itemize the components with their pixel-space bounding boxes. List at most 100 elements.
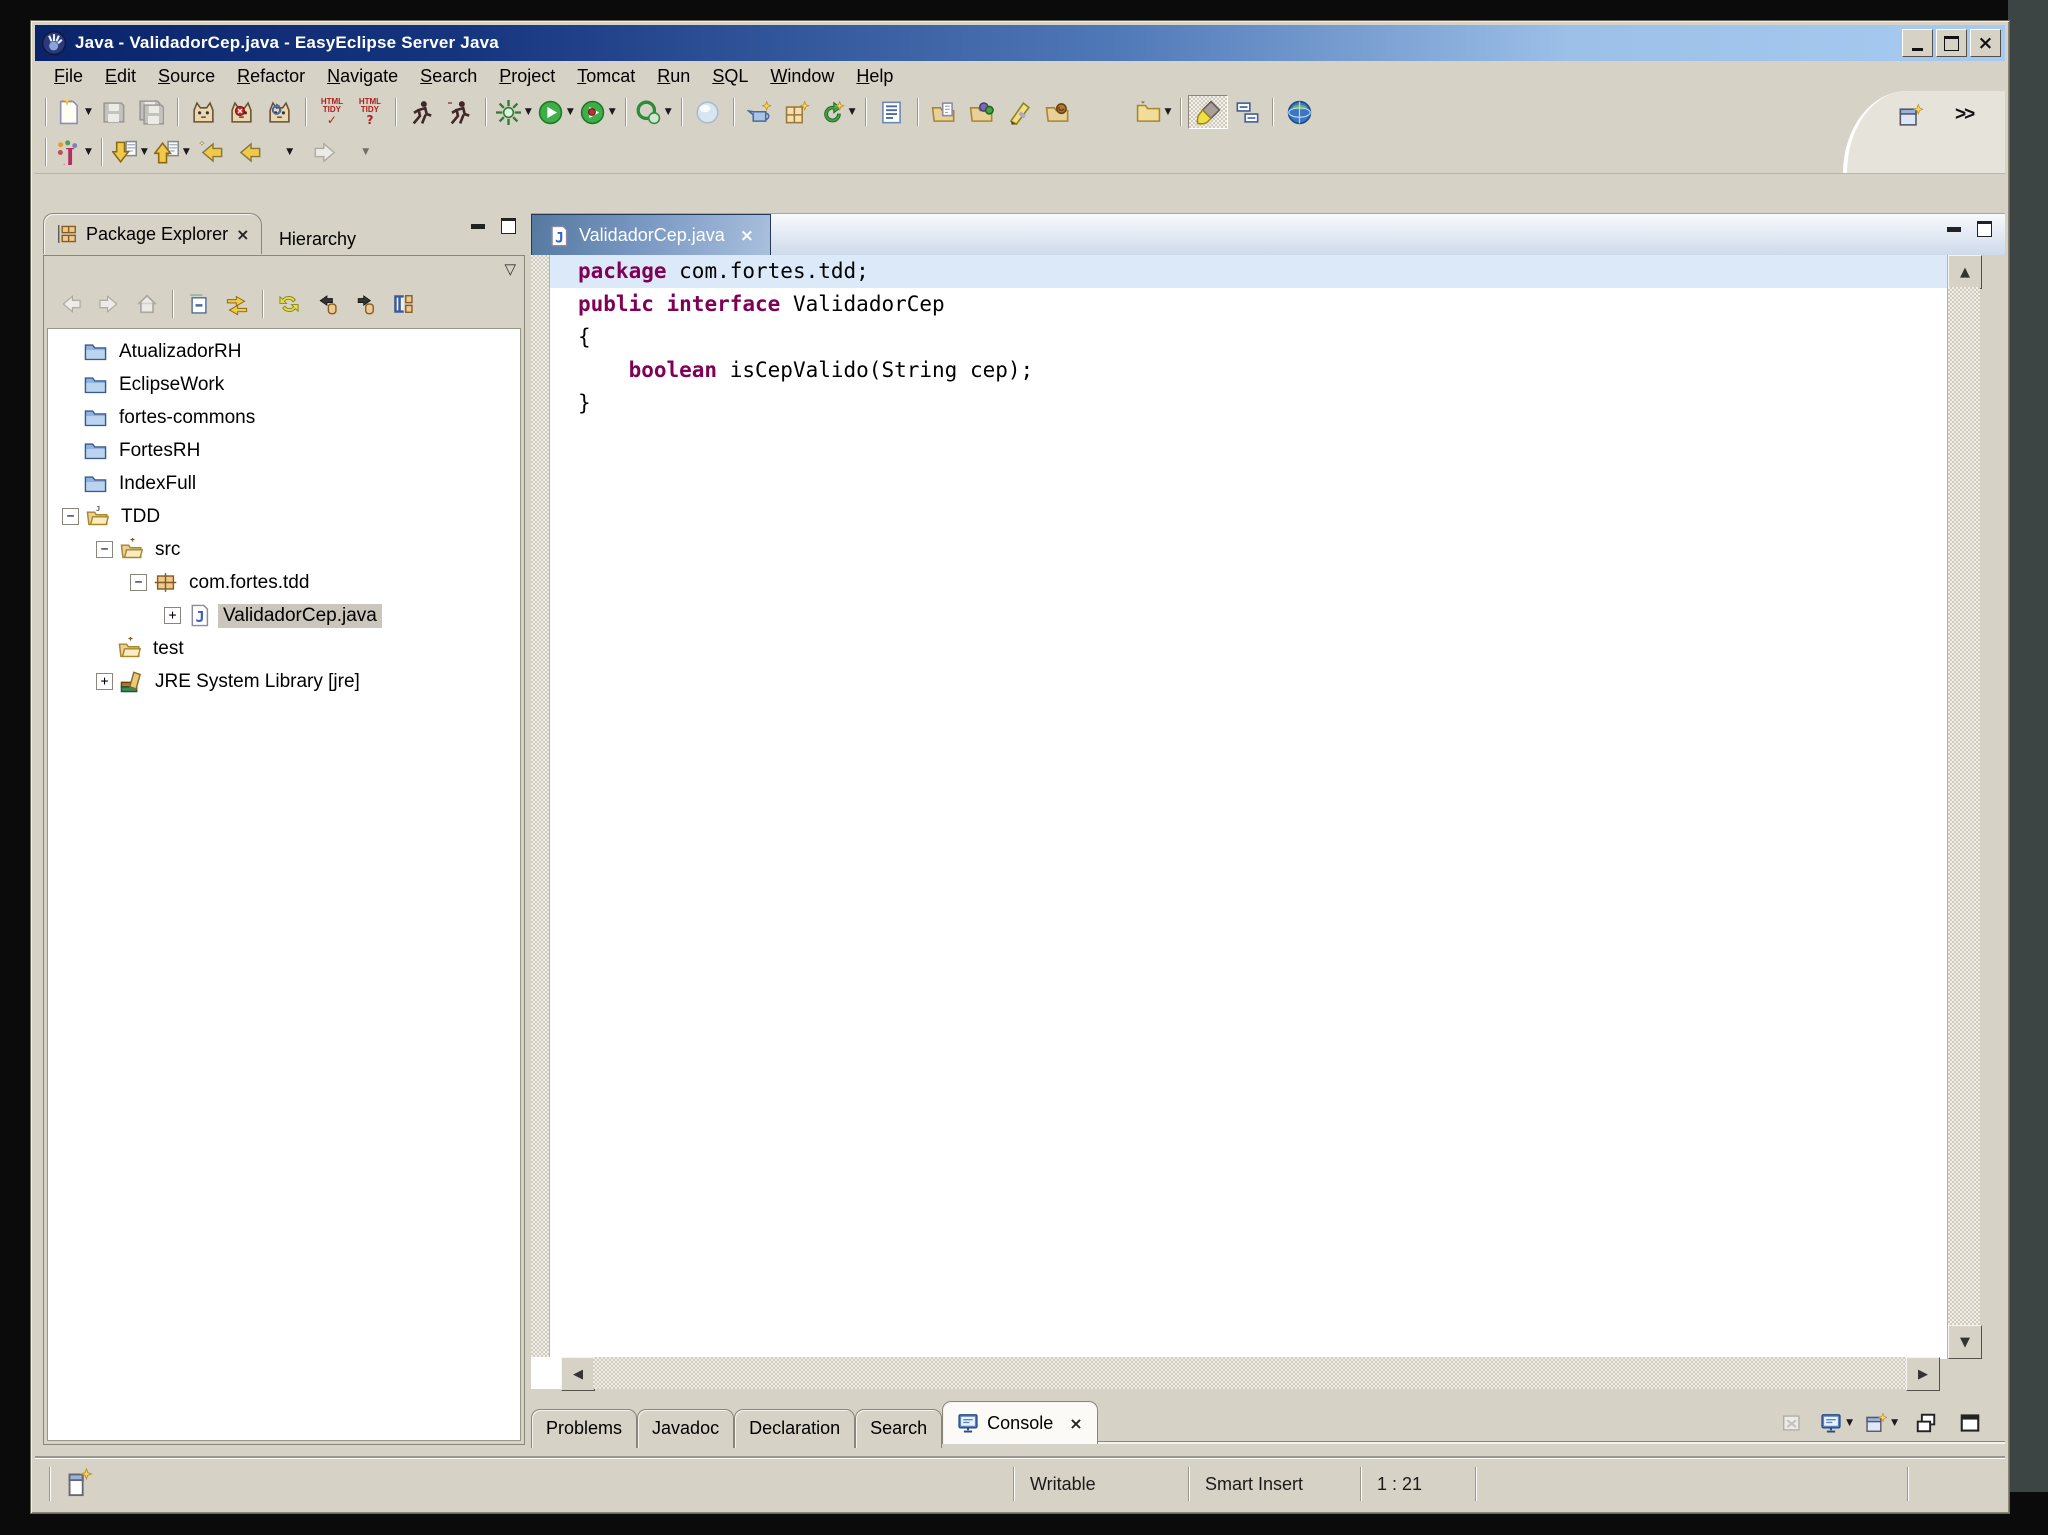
menu-search[interactable]: Search xyxy=(409,64,488,89)
menu-refactor[interactable]: Refactor xyxy=(226,64,316,89)
expand-expander-icon[interactable]: + xyxy=(96,673,113,690)
display-selected-console-button[interactable]: ▼ xyxy=(1817,1407,1856,1439)
tab-problems[interactable]: Problems xyxy=(531,1408,638,1448)
menu-window[interactable]: Window xyxy=(759,64,845,89)
dropdown-arrow-icon[interactable]: ▼ xyxy=(85,107,92,117)
scroll-down-button[interactable]: ▼ xyxy=(1948,1325,1982,1359)
dropdown-arrow-icon[interactable]: ▼ xyxy=(525,107,532,117)
close-editor-icon[interactable]: × xyxy=(740,226,754,246)
dropdown-arrow-icon[interactable]: ▼ xyxy=(1165,107,1172,117)
menu-tomcat[interactable]: Tomcat xyxy=(566,64,646,89)
menu-edit[interactable]: Edit xyxy=(94,64,147,89)
up-button[interactable] xyxy=(128,288,166,320)
collapse-expander-icon[interactable]: − xyxy=(96,541,113,558)
tree-item[interactable]: − com.fortes.tdd xyxy=(48,566,520,599)
refresh-button[interactable] xyxy=(270,288,308,320)
new-java-element-button[interactable]: ▼ xyxy=(53,136,95,168)
tab-console[interactable]: Console × xyxy=(942,1401,1098,1444)
dropdown-arrow-icon[interactable]: ▼ xyxy=(141,147,148,157)
save-all-button[interactable] xyxy=(133,96,171,128)
collapse-expander-icon[interactable]: − xyxy=(62,508,79,525)
next-package-button[interactable] xyxy=(346,288,384,320)
forward-button[interactable] xyxy=(90,288,128,320)
previous-annotation-button[interactable]: ▼ xyxy=(151,136,193,168)
fast-view-icon[interactable] xyxy=(63,1467,93,1497)
menu-sql[interactable]: SQL xyxy=(701,64,759,89)
code-text[interactable]: package com.fortes.tdd; public interface … xyxy=(550,255,1948,420)
code-area[interactable]: package com.fortes.tdd; public interface … xyxy=(550,255,1948,1359)
dropdown-arrow-icon[interactable]: ▼ xyxy=(665,107,672,117)
collapse-all-button[interactable] xyxy=(180,288,218,320)
back-history-button[interactable]: ▼ xyxy=(269,136,307,168)
maximize-button[interactable] xyxy=(1936,29,1967,57)
collapse-expander-icon[interactable]: − xyxy=(130,574,147,591)
tab-declaration[interactable]: Declaration xyxy=(734,1408,856,1448)
dropdown-arrow-icon[interactable]: ▼ xyxy=(567,107,574,117)
paint-brush-toggle[interactable] xyxy=(1188,95,1229,129)
html-tidy-check-button[interactable]: HTML TIDY ✓ xyxy=(313,96,351,128)
tree-item[interactable]: test xyxy=(48,632,520,665)
tab-hierarchy[interactable]: Hierarchy xyxy=(267,222,368,258)
refresh-wizard-button[interactable]: ▼ xyxy=(817,96,859,128)
properties-doc-button[interactable] xyxy=(873,96,911,128)
clear-console-button[interactable] xyxy=(1773,1407,1811,1439)
layout-button[interactable] xyxy=(384,288,422,320)
tree-item[interactable]: IndexFull xyxy=(48,467,520,500)
scroll-left-button[interactable]: ◀ xyxy=(561,1357,595,1391)
tree-item[interactable]: − src xyxy=(48,533,520,566)
scroll-right-button[interactable]: ▶ xyxy=(1906,1357,1940,1391)
save-button[interactable] xyxy=(95,96,133,128)
tree-item[interactable]: fortes-commons xyxy=(48,401,520,434)
outline-button[interactable] xyxy=(1228,96,1266,128)
run-button[interactable]: ▼ xyxy=(535,96,577,128)
back-button[interactable] xyxy=(52,288,90,320)
forward-history-button[interactable]: ▼ xyxy=(345,136,383,168)
forward-button[interactable] xyxy=(307,136,345,168)
vertical-scroll-track[interactable] xyxy=(1948,287,1980,1327)
horizontal-scrollbar[interactable]: ◀ ▶ xyxy=(561,1357,1940,1391)
view-menu-icon[interactable]: ▽ xyxy=(504,260,516,278)
dropdown-arrow-icon[interactable]: ▼ xyxy=(1891,1418,1898,1428)
html-tidy-help-button[interactable]: HTML TIDY? xyxy=(351,96,389,128)
open-file-folder-button[interactable] xyxy=(925,96,963,128)
open-console-button[interactable]: ▼ xyxy=(1862,1407,1901,1439)
tree-item[interactable]: + JRE System Library [jre] xyxy=(48,665,520,698)
tomcat-restart-button[interactable] xyxy=(261,96,299,128)
new-wizard-button[interactable]: ▼ xyxy=(53,96,95,128)
back-button[interactable] xyxy=(231,136,269,168)
vertical-scrollbar[interactable]: ▲ ▼ xyxy=(1947,255,1982,1359)
menu-help[interactable]: Help xyxy=(845,64,904,89)
tree-item[interactable]: EclipseWork xyxy=(48,368,520,401)
previous-package-button[interactable] xyxy=(308,288,346,320)
run-last-button[interactable]: ▼ xyxy=(577,96,619,128)
tomcat-stop-button[interactable] xyxy=(223,96,261,128)
tree-item[interactable]: AtualizadorRH xyxy=(48,335,520,368)
tree-item[interactable]: + ValidadorCep.java xyxy=(48,599,520,632)
maximize-view-button[interactable] xyxy=(497,217,519,235)
menu-run[interactable]: Run xyxy=(646,64,701,89)
tab-package-explorer[interactable]: Package Explorer × xyxy=(43,213,263,254)
maximize-view-button[interactable] xyxy=(1951,1407,1989,1439)
close-view-icon[interactable]: × xyxy=(1069,1414,1082,1433)
dropdown-arrow-icon[interactable]: ▼ xyxy=(1846,1418,1853,1428)
dropdown-arrow-icon[interactable]: ▼ xyxy=(849,107,856,117)
scroll-up-button[interactable]: ▲ xyxy=(1948,255,1982,289)
horizontal-scroll-track[interactable] xyxy=(593,1357,1908,1389)
dropdown-arrow-icon[interactable]: ▼ xyxy=(286,147,293,157)
link-with-editor-button[interactable] xyxy=(218,288,256,320)
close-button[interactable]: × xyxy=(1970,29,2001,57)
expand-expander-icon[interactable]: + xyxy=(164,607,181,624)
dropdown-arrow-icon[interactable]: ▼ xyxy=(609,107,616,117)
minimize-view-button[interactable] xyxy=(467,217,489,235)
open-perspective-button[interactable] xyxy=(1891,99,1929,131)
restore-view-button[interactable] xyxy=(1907,1407,1945,1439)
web-browser-button[interactable] xyxy=(1280,96,1318,128)
maximize-editor-button[interactable] xyxy=(1973,220,1995,238)
dropdown-arrow-icon[interactable]: ▼ xyxy=(362,147,369,157)
perspective-more-chevron[interactable]: >> xyxy=(1955,104,1975,126)
pen-button[interactable] xyxy=(1001,96,1039,128)
minimize-editor-button[interactable] xyxy=(1943,220,1965,238)
open-module-folder-button[interactable] xyxy=(963,96,1001,128)
title-bar[interactable]: Java - ValidadorCep.java - EasyEclipse S… xyxy=(35,25,2005,61)
project-tree[interactable]: AtualizadorRH EclipseWork fortes-commons… xyxy=(47,328,521,1441)
